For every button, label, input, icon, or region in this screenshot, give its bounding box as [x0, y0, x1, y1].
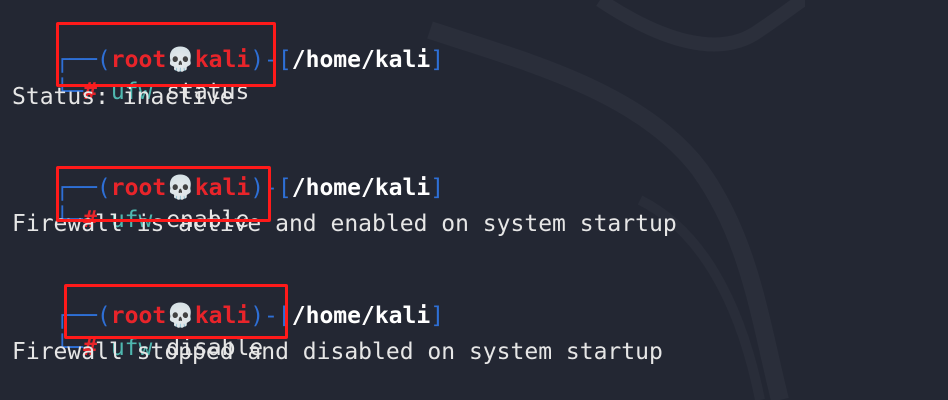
highlight-box — [56, 22, 276, 87]
prompt-dir: /home/kali — [291, 303, 431, 329]
highlight-box — [56, 166, 271, 222]
prompt-dir: /home/kali — [291, 175, 431, 201]
terminal-window[interactable]: ┌──(root💀kali)-[/home/kali] └─# ufw stat… — [0, 0, 948, 400]
prompt-dir: /home/kali — [291, 47, 431, 73]
command-output: Firewall stopped and disabled on system … — [12, 339, 663, 365]
highlight-box — [64, 284, 288, 339]
command-output: Status: inactive — [12, 84, 234, 110]
